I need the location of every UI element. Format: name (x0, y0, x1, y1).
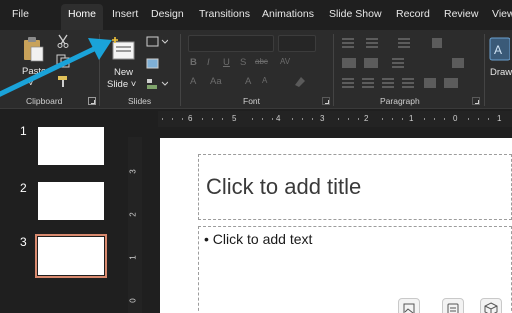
ruler-number: 0 (128, 298, 138, 303)
insert-picture-icon[interactable] (398, 298, 420, 313)
content-placeholder-text: • Click to add text (204, 231, 313, 247)
font-group-label: Font (243, 96, 261, 106)
vertical-ruler[interactable]: 3 2 1 0 (128, 137, 142, 313)
tab-file[interactable]: File (12, 8, 29, 20)
slide-thumbnail-panel: 1 2 3 (0, 110, 122, 313)
tab-view[interactable]: View (492, 8, 512, 20)
change-case-button[interactable]: Aa (210, 76, 222, 87)
ruler-number: 1 (128, 255, 138, 260)
insert-3d-model-icon[interactable] (480, 298, 502, 313)
grow-font-button[interactable]: A (245, 76, 251, 87)
reset-icon[interactable] (146, 57, 160, 69)
underline-button[interactable]: U (223, 57, 230, 68)
tab-slide-show[interactable]: Slide Show (329, 8, 382, 20)
font-name-box[interactable] (188, 35, 274, 52)
ribbon-tab-bar: File Home Insert Design Transitions Anim… (0, 0, 512, 32)
slide-thumbnail-2[interactable] (38, 182, 104, 220)
tab-transitions[interactable]: Transitions (199, 8, 250, 20)
ruler-number: 2 (128, 212, 138, 217)
char-spacing-button[interactable]: AV (280, 57, 290, 66)
slide-number: 1 (20, 124, 27, 138)
group-divider (484, 34, 485, 106)
ruler-number: 4 (276, 114, 281, 123)
tab-review[interactable]: Review (444, 8, 478, 20)
font-launcher-icon[interactable] (322, 97, 330, 105)
bold-button[interactable]: B (190, 57, 197, 68)
slide-thumbnail-3[interactable] (35, 234, 107, 278)
ruler-number: 1 (497, 114, 502, 123)
tab-home[interactable]: Home (61, 4, 104, 30)
section-icon[interactable] (146, 77, 169, 89)
italic-button[interactable]: I (207, 57, 210, 68)
ruler-number: 3 (320, 114, 325, 123)
slide-thumbnail-1[interactable] (38, 127, 104, 165)
title-placeholder[interactable]: Click to add title (198, 154, 512, 220)
shadow-button[interactable]: S (240, 57, 246, 68)
layout-icon[interactable] (146, 35, 169, 47)
insert-smartart-icon[interactable] (442, 298, 464, 313)
tab-design[interactable]: Design (151, 8, 184, 20)
strikethrough-button[interactable]: abc (255, 57, 268, 66)
ruler-number: 0 (453, 114, 458, 123)
drawing-label[interactable]: Draw (490, 67, 512, 78)
slides-group-label: Slides (128, 96, 152, 106)
font-size-box[interactable] (278, 35, 316, 52)
tab-record[interactable]: Record (396, 8, 430, 20)
title-placeholder-text: Click to add title (206, 174, 362, 199)
content-placeholder[interactable]: • Click to add text (198, 226, 512, 313)
group-divider (333, 34, 334, 106)
ruler-number: 6 (188, 114, 193, 123)
svg-text:A: A (494, 43, 502, 57)
shapes-icon[interactable]: A (488, 36, 511, 62)
group-divider (180, 34, 181, 106)
ruler-number: 3 (128, 169, 138, 174)
clear-formatting-icon[interactable] (292, 75, 306, 88)
pointer-arrow-icon (0, 30, 130, 115)
tab-animations[interactable]: Animations (262, 8, 314, 20)
slide-number: 3 (20, 235, 27, 249)
ruler-number: 5 (232, 114, 237, 123)
horizontal-ruler[interactable]: 6 5 4 3 2 1 0 1 (158, 111, 512, 127)
ruler-number: 2 (364, 114, 369, 123)
paragraph-launcher-icon[interactable] (472, 97, 480, 105)
bullets-numbering-icons[interactable] (340, 36, 480, 50)
alignment-icons[interactable] (340, 76, 480, 90)
slide-number: 2 (20, 181, 27, 195)
shrink-font-button[interactable]: A (262, 76, 267, 85)
slide-canvas[interactable]: Click to add title • Click to add text (160, 138, 512, 313)
paragraph-group-label: Paragraph (380, 96, 420, 106)
tab-insert[interactable]: Insert (112, 8, 138, 20)
ruler-number: 1 (409, 114, 414, 123)
font-color-button[interactable]: A (190, 76, 196, 87)
indent-direction-icons[interactable] (340, 56, 480, 70)
